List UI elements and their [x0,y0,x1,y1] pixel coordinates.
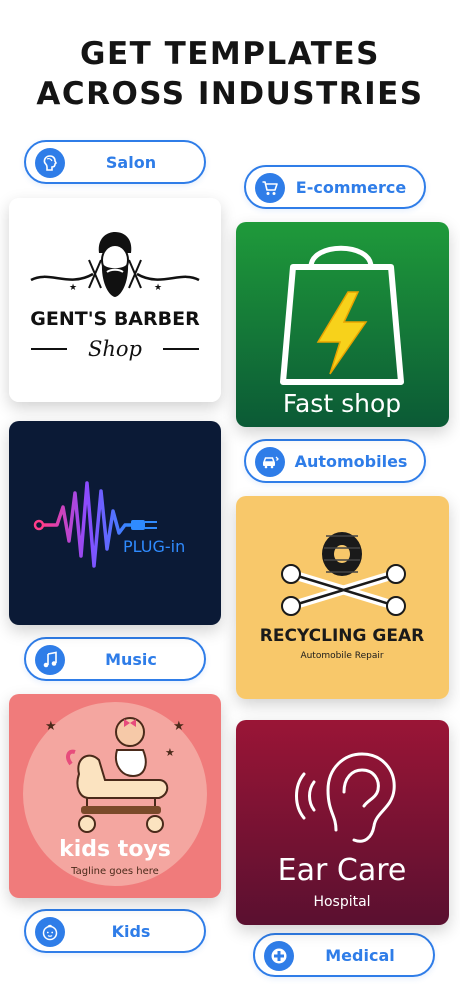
svg-text:★: ★ [69,282,77,292]
category-music-button[interactable]: Music [24,637,206,681]
music-note-icon [35,645,65,675]
svg-text:★: ★ [154,282,162,292]
template-card-fastshop[interactable]: Fast shop [236,222,449,427]
svg-text:★: ★ [173,718,185,733]
plugin-logo-name: PLUG-in [123,537,185,556]
category-music-label: Music [105,649,157,669]
template-card-kidstoys[interactable]: ★ ★ ★ kids toys Tagline goes here [9,694,221,898]
template-card-recycling[interactable]: RECYCLING GEAR Automobile Repair [236,496,449,699]
category-automobiles-button[interactable]: Automobiles [244,439,426,483]
barber-logo-name: GENT'S BARBER [30,308,200,330]
kidstoys-logo-sub: Tagline goes here [70,866,159,877]
recycling-logo-name: RECYCLING GEAR [260,626,424,646]
template-card-barber[interactable]: ★ ★ GENT'S BARBER Shop [9,198,221,402]
recycling-logo-sub: Automobile Repair [300,651,383,661]
category-salon-label: Salon [105,152,157,172]
category-ecommerce-button[interactable]: E-commerce [244,165,426,209]
earcare-logo-sub: Hospital [313,894,370,910]
template-card-plugin[interactable]: PLUG-in [9,421,221,625]
earcare-logo-name: Ear Care [278,853,407,888]
template-card-earcare[interactable]: Ear Care Hospital [236,720,449,925]
barber-logo-sub: Shop [88,337,142,361]
category-medical-label: Medical [325,945,395,965]
baby-face-icon [35,917,65,947]
category-salon-button[interactable]: Salon [24,140,206,184]
shopping-cart-icon [255,173,285,203]
category-kids-label: Kids [111,921,151,941]
medical-cross-icon [264,941,294,971]
headline-line-1: GET TEMPLATES [80,36,380,72]
category-automobiles-label: Automobiles [294,451,408,471]
kidstoys-logo-name: kids toys [59,837,171,862]
category-medical-button[interactable]: Medical [253,933,435,977]
headline-line-2: ACROSS INDUSTRIES [36,76,424,112]
category-kids-button[interactable]: Kids [24,909,206,953]
page-headline: GET TEMPLATES ACROSS INDUSTRIES [0,34,460,114]
svg-text:★: ★ [165,747,175,759]
hair-profile-icon [35,148,65,178]
fastshop-logo-name: Fast shop [283,389,401,418]
car-service-icon [255,447,285,477]
svg-text:★: ★ [45,718,57,733]
category-ecommerce-label: E-commerce [295,177,407,197]
